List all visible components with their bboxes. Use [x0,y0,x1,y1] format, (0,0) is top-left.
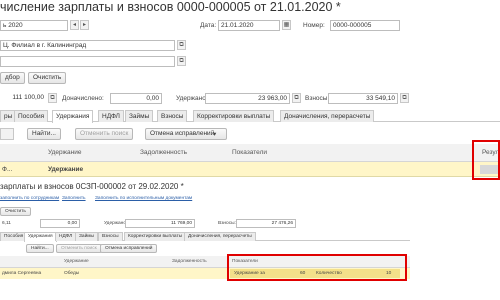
inner-col-deduction: Удержание [64,259,89,264]
accrued-open-icon[interactable]: ⧉ [48,93,57,103]
department-open-icon[interactable]: ⧉ [177,56,186,66]
inner-clear-button[interactable]: Очистить [0,207,31,216]
toolbar-partial-button[interactable] [0,128,14,140]
tab-contributions[interactable]: Взносы [157,110,188,122]
inner-withheld-value: 11 769,00 [125,219,195,228]
date-label: Дата: [200,22,217,29]
tab-loans[interactable]: Займы [125,110,154,122]
extra-value: 0,00 [110,93,162,104]
link-fill[interactable]: Заполнить [62,196,86,201]
contrib-open-icon[interactable]: ⧉ [400,93,409,103]
col-deduction: Удержание [48,149,82,156]
calendar-icon[interactable]: ▦ [282,20,291,30]
inner-row-deduction: Обеды [64,271,80,276]
inner-document: зарплаты и взносов 0СЗП-000002 от 29.02.… [0,180,410,300]
organization-open-icon[interactable]: ⧉ [177,40,186,50]
col-debt: Задолженность [140,149,187,156]
grid-header: Удержание Задолженность Показатели Резул [0,144,500,162]
inner-tab-bar: Пособия Удержания НДФЛ Займы Взносы Корр… [0,232,410,242]
inner-find-button[interactable]: Найти... [26,244,54,253]
highlight-box-result [472,140,500,180]
inner-tab-ndfl[interactable]: НДФЛ [55,232,77,241]
pick-button[interactable]: дбор [0,72,25,84]
date-field[interactable]: 21.01.2020 [218,20,280,31]
department-field[interactable] [0,56,175,67]
number-field[interactable]: 0000-000005 [330,20,400,31]
inner-tab-contributions[interactable]: Взносы [98,232,123,241]
undo-fixes-dropdown-icon[interactable]: ▾ [213,130,216,138]
inner-extra-value: 0,00 [40,219,80,228]
top-tab-bar: ры Пособия Удержания НДФЛ Займы Взносы К… [0,110,500,123]
month-field[interactable]: ь 2020 [0,20,68,31]
find-button[interactable]: Найти... [27,128,61,140]
total-accrued-value: 111 100,00 [0,93,46,104]
inner-contrib-label: Взносы: [218,221,236,226]
inner-document-title: зарплаты и взносов 0СЗП-000002 от 29.02.… [0,182,184,191]
inner-undo-fixes-button[interactable]: Отмена исправлений [100,244,158,253]
number-label: Номер: [303,22,325,29]
contrib-value: 33 549,10 [328,93,398,104]
inner-withheld-label: Удержано: [104,221,128,226]
withheld-value: 23 963,00 [205,93,290,104]
inner-total-accrued: 6,11 [2,221,11,226]
tab-benefits[interactable]: Пособия [14,110,49,122]
link-fill-by-employees[interactable]: заполнить по сотрудникам [0,196,59,201]
inner-tab-deductions[interactable]: Удержания [24,232,57,242]
table-row[interactable]: Ф... Удержание [0,162,500,177]
tab-deductions[interactable]: Удержания [52,110,94,123]
inner-row-employee: дмила Сергеевна [2,271,42,276]
withheld-label: Удержано: [176,95,208,102]
col-indicators: Показатели [232,149,267,156]
inner-col-debt: Задолженность [172,259,207,264]
inner-tab-recalculations[interactable]: Доначисления, перерасчеты [184,232,256,241]
link-fill-by-writs[interactable]: Заполнить по исполнительным документам [95,196,192,201]
cancel-search-button[interactable]: Отменить поиск [75,128,134,140]
document-title: числение зарплаты и взносов 0000-000005 … [0,0,341,14]
inner-contrib-value: 27 476,26 [236,219,296,228]
organization-field[interactable]: Ц. Филиал в г. Калининград [0,40,175,51]
inner-tab-payment-corrections[interactable]: Корректировки выплаты [124,232,187,241]
tab-recalculations[interactable]: Доначисления, перерасчеты [280,110,375,122]
inner-cancel-search-button[interactable]: Отменить поиск [56,244,102,253]
month-prev-icon[interactable]: ◂ [70,20,79,30]
contrib-label: Взносы: [305,95,330,102]
inner-tab-loans[interactable]: Займы [75,232,98,241]
highlight-box-indicators [227,254,407,281]
month-next-icon[interactable]: ▸ [80,20,89,30]
clear-button[interactable]: Очистить [28,72,67,84]
row-employee: Ф... [2,166,13,173]
extra-label: Доначислено: [62,95,104,102]
row-deduction: Удержание [48,166,84,173]
tab-ndfl[interactable]: НДФЛ [98,110,124,122]
withheld-open-icon[interactable]: ⧉ [292,93,301,103]
tab-payment-corrections[interactable]: Корректировки выплаты [193,110,275,122]
